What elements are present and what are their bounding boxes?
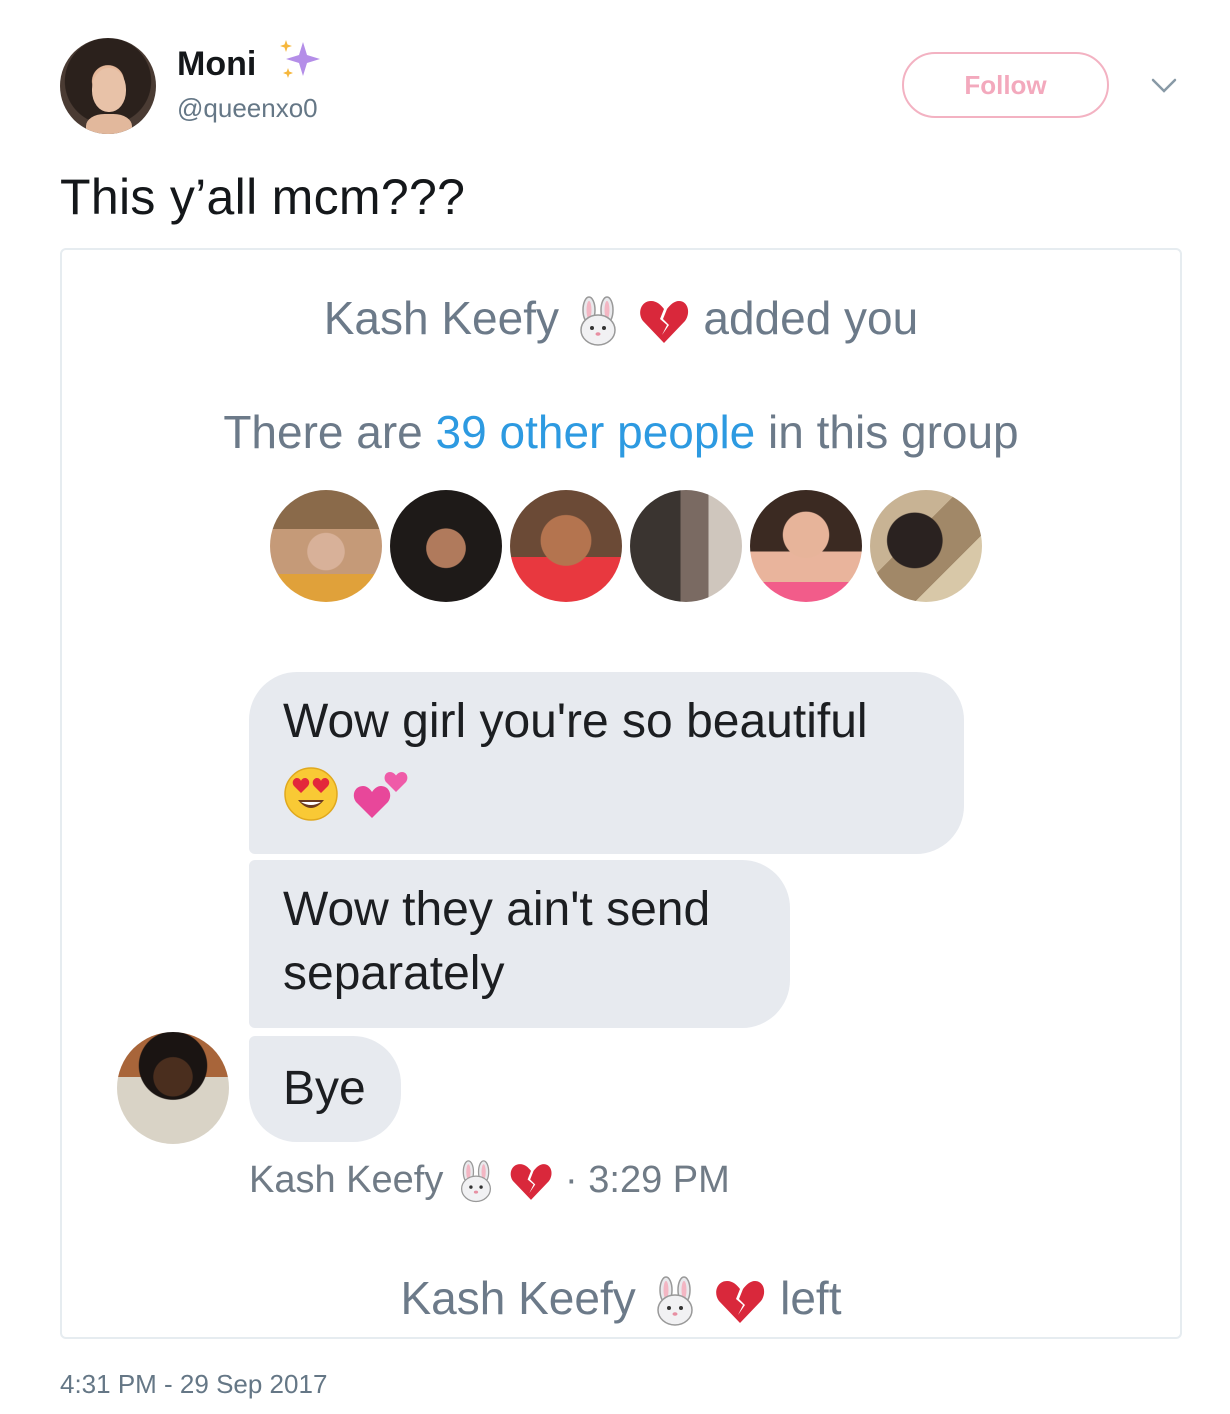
tweet-media-image[interactable]: Kash Keefy added you There are 39 other … (60, 248, 1182, 1339)
message-bubble[interactable]: Wow girl you're so beautiful (249, 672, 964, 854)
tweet-text: This y’all mcm??? (60, 169, 466, 225)
broken-heart-emoji (511, 1164, 553, 1200)
rabbit-face-emoji (580, 296, 616, 346)
rabbit-face-emoji (656, 1276, 693, 1326)
display-name[interactable]: Moni (177, 42, 256, 86)
left-group-line: Kash Keefy left (62, 1268, 1180, 1329)
group-suffix: in this group (768, 406, 1019, 458)
broken-heart-emoji (716, 1280, 765, 1323)
group-count-line: There are 39 other people in this group (62, 402, 1180, 462)
message-time: 3:29 PM (588, 1159, 730, 1201)
message-text: Wow girl you're so beautiful (283, 695, 868, 748)
member-avatar[interactable] (390, 490, 502, 602)
group-member-avatars (270, 490, 982, 602)
added-suffix: added you (703, 292, 919, 344)
member-avatar[interactable] (870, 490, 982, 602)
message-text: Bye (283, 1062, 366, 1115)
chevron-down-icon[interactable] (1150, 76, 1178, 96)
sparkle-icon (280, 40, 320, 78)
group-prefix: There are (223, 406, 423, 458)
left-user-name: Kash Keefy (400, 1272, 636, 1324)
group-members-link[interactable]: 39 other people (436, 406, 756, 458)
avatar[interactable] (60, 38, 156, 134)
message-bubble[interactable]: Wow they ain't send separately (249, 860, 790, 1028)
left-suffix: left (780, 1272, 842, 1324)
sender-name[interactable]: Kash Keefy (249, 1159, 443, 1201)
meta-separator: · (565, 1159, 578, 1201)
rabbit-face-emoji (460, 1160, 491, 1203)
sender-avatar[interactable] (117, 1032, 229, 1144)
message-text: Wow they ain't send separately (283, 883, 711, 1000)
tweet-timestamp[interactable]: 4:31 PM - 29 Sep 2017 (60, 1366, 327, 1402)
broken-heart-emoji (639, 300, 688, 343)
added-you-line: Kash Keefy added you (62, 288, 1180, 349)
member-avatar[interactable] (510, 490, 622, 602)
member-avatar[interactable] (750, 490, 862, 602)
member-avatar[interactable] (630, 490, 742, 602)
added-sender-name: Kash Keefy (323, 292, 560, 344)
two-hearts-emoji (354, 772, 408, 819)
heart-eyes-emoji (284, 767, 338, 822)
member-avatar[interactable] (270, 490, 382, 602)
message-bubble[interactable]: Bye (249, 1036, 401, 1142)
message-meta: Kash Keefy · 3:29 PM (249, 1155, 730, 1205)
follow-button[interactable]: Follow (902, 52, 1109, 118)
user-handle[interactable]: @queenxo0 (177, 92, 318, 124)
message-emoji-row (283, 760, 930, 824)
